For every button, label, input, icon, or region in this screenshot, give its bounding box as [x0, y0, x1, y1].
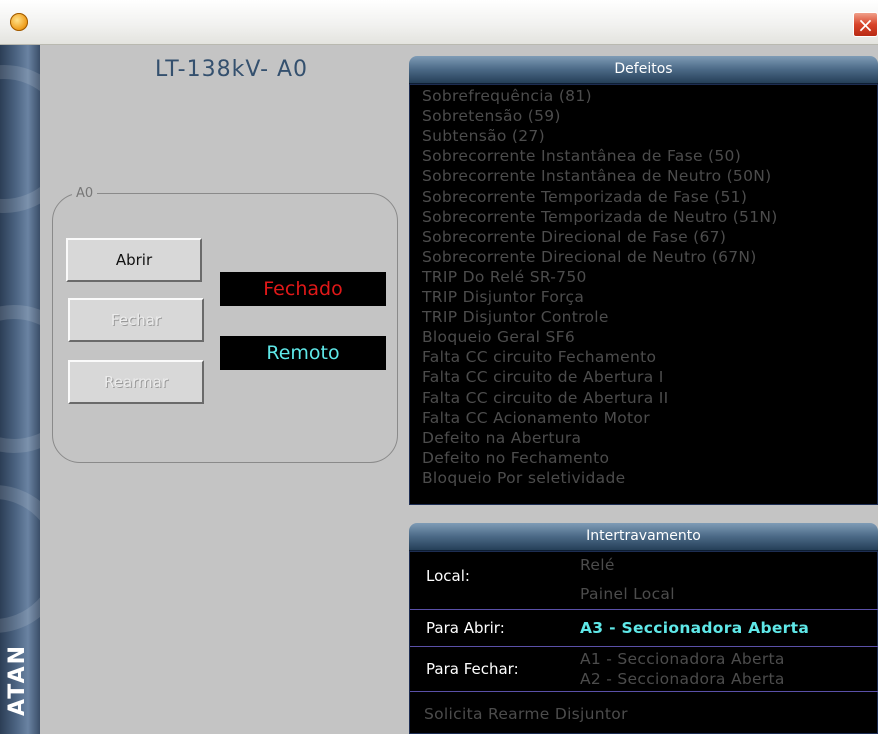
fechar-button[interactable]: Fechar — [68, 298, 204, 342]
defeito-item: Sobrecorrente Temporizada de Neutro (51N… — [422, 207, 778, 226]
defeitos-header: Defeitos — [409, 56, 878, 84]
para-fechar-value: A1 - Seccionadora Aberta — [580, 650, 785, 668]
defeito-item: Falta CC Acionamento Motor — [422, 408, 650, 427]
intertravamento-panel: Local: Relé Painel Local Para Abrir: A3 … — [409, 551, 878, 734]
defeito-item: TRIP Do Relé SR-750 — [422, 267, 587, 286]
brand-swirl — [0, 65, 40, 213]
defeito-item: Bloqueio Geral SF6 — [422, 328, 576, 347]
row-para-fechar: Para Fechar: A1 - Seccionadora Aberta A2… — [410, 647, 878, 692]
app-palette-icon[interactable] — [10, 13, 28, 31]
rearmar-button[interactable]: Rearmar — [68, 360, 204, 404]
defeito-item: Sobrecorrente Instantânea de Neutro (50N… — [422, 167, 772, 186]
defeito-item: Subtensão (27) — [422, 127, 545, 146]
local-label: Local: — [426, 567, 470, 585]
defeito-item: Sobretensão (59) — [422, 107, 561, 126]
brand-swirl — [0, 485, 40, 633]
defeito-item: Sobrecorrente Instantânea de Fase (50) — [422, 147, 742, 166]
page-title: LT-138kV- A0 — [155, 57, 309, 82]
title-bar: × — [0, 0, 878, 45]
defeito-item: TRIP Disjuntor Força — [422, 288, 585, 306]
brand-logo-text: ATAN — [5, 643, 30, 717]
defeito-item: Defeito na Abertura — [422, 428, 582, 447]
brand-swirl — [0, 305, 40, 453]
brand-stripe: ATAN — [0, 45, 40, 734]
local-value: Relé — [580, 556, 615, 574]
control-mode-indicator: Remoto — [220, 336, 386, 370]
group-label: A0 — [72, 186, 98, 201]
defeito-item: TRIP Disjuntor Controle — [422, 308, 609, 327]
abrir-button[interactable]: Abrir — [66, 238, 202, 282]
defeito-item: Falta CC circuito de Abertura I — [422, 368, 664, 387]
defeito-item: Sobrecorrente Direcional de Neutro (67N) — [422, 247, 757, 266]
defeito-item: Sobrecorrente Temporizada de Fase (51) — [422, 187, 748, 206]
defeito-item: Sobrefrequência (81) — [422, 87, 592, 105]
row-local: Local: Relé Painel Local — [410, 552, 878, 610]
para-abrir-label: Para Abrir: — [426, 619, 505, 637]
defeitos-list: Sobrefrequência (81) Sobretensão (59) Subt… — [409, 84, 878, 505]
solicita-rearme-status: Solicita Rearme Disjuntor — [424, 705, 628, 723]
para-fechar-label: Para Fechar: — [426, 660, 519, 678]
defeito-item: Defeito no Fechamento — [422, 448, 610, 467]
defeito-item: Bloqueio Por seletividade — [422, 468, 626, 487]
local-value: Painel Local — [580, 585, 675, 603]
row-para-abrir: Para Abrir: A3 - Seccionadora Aberta — [410, 610, 878, 647]
defeito-item: Sobrecorrente Direcional de Fase (67) — [422, 227, 727, 246]
defeito-item: Falta CC circuito Fechamento — [422, 348, 657, 367]
defeito-item: Falta CC circuito de Abertura II — [422, 388, 669, 407]
intertravamento-header: Intertravamento — [409, 523, 878, 551]
close-button[interactable]: × — [853, 12, 878, 37]
para-abrir-value: A3 - Seccionadora Aberta — [580, 619, 810, 637]
breaker-state-indicator: Fechado — [220, 272, 386, 306]
para-fechar-value: A2 - Seccionadora Aberta — [580, 670, 785, 688]
